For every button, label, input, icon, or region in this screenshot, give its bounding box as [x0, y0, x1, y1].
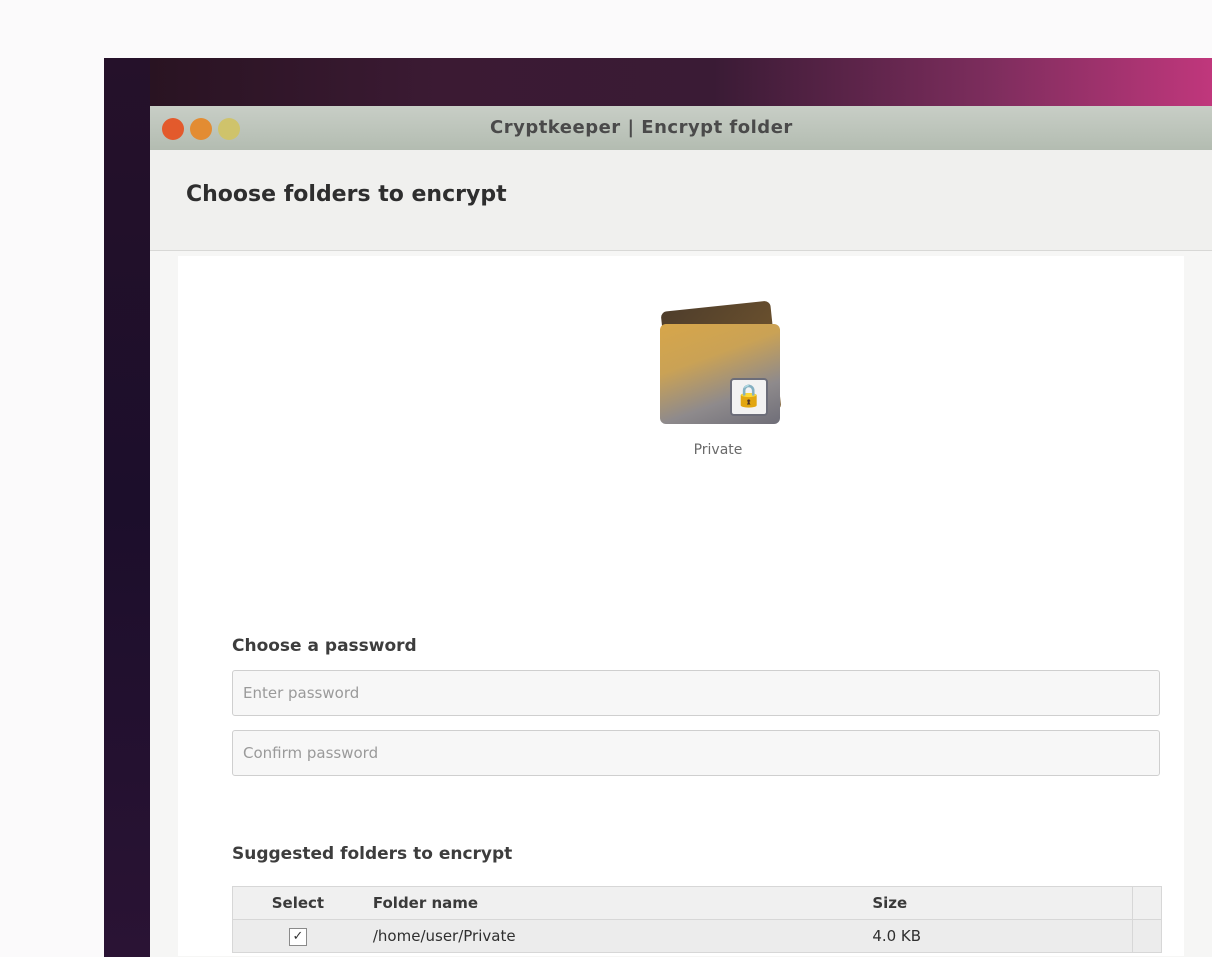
- table-row[interactable]: ✓ /home/user/Private 4.0 KB: [233, 920, 1161, 952]
- close-window-button[interactable]: [162, 118, 184, 140]
- desktop-panel-left: [104, 58, 150, 957]
- window-titlebar[interactable]: Cryptkeeper | Encrypt folder: [150, 106, 1212, 151]
- window-title: Cryptkeeper | Encrypt folder: [490, 117, 793, 138]
- window-controls: [162, 118, 240, 140]
- password-field[interactable]: [232, 670, 1160, 716]
- column-header-select[interactable]: Select: [233, 894, 363, 912]
- main-content: 🔒 Private Choose a password Suggested fo…: [178, 256, 1184, 956]
- table-scrollbar[interactable]: [1132, 920, 1161, 952]
- folder-label: Private: [693, 442, 743, 458]
- desktop-panel-top: [104, 58, 1212, 106]
- lock-emblem-icon: 🔒: [730, 378, 768, 416]
- folder-preview[interactable]: 🔒 Private: [638, 296, 798, 458]
- page-title: Choose folders to encrypt: [186, 182, 507, 207]
- suggested-folders-table: Select Folder name Size ✓ /home/user/Pri…: [232, 886, 1162, 953]
- password-section-label: Choose a password: [232, 636, 417, 656]
- encrypt-window: Cryptkeeper | Encrypt folder Choose fold…: [150, 106, 1212, 957]
- select-checkbox[interactable]: ✓: [288, 928, 307, 946]
- column-header-folder-name[interactable]: Folder name: [363, 894, 862, 912]
- column-header-size[interactable]: Size: [862, 894, 1132, 912]
- table-scrollbar-header: [1132, 887, 1161, 919]
- row-folder-name: /home/user/Private: [372, 927, 516, 945]
- folder-lock-icon: 🔒: [648, 296, 788, 436]
- suggested-folders-label: Suggested folders to encrypt: [232, 844, 513, 864]
- minimize-window-button[interactable]: [190, 118, 212, 140]
- page-header: Choose folders to encrypt: [150, 150, 1212, 251]
- row-select-cell: ✓: [233, 926, 363, 946]
- maximize-window-button[interactable]: [218, 118, 240, 140]
- row-folder-size: 4.0 KB: [872, 927, 922, 945]
- table-header: Select Folder name Size: [233, 887, 1161, 920]
- confirm-password-field[interactable]: [232, 730, 1160, 776]
